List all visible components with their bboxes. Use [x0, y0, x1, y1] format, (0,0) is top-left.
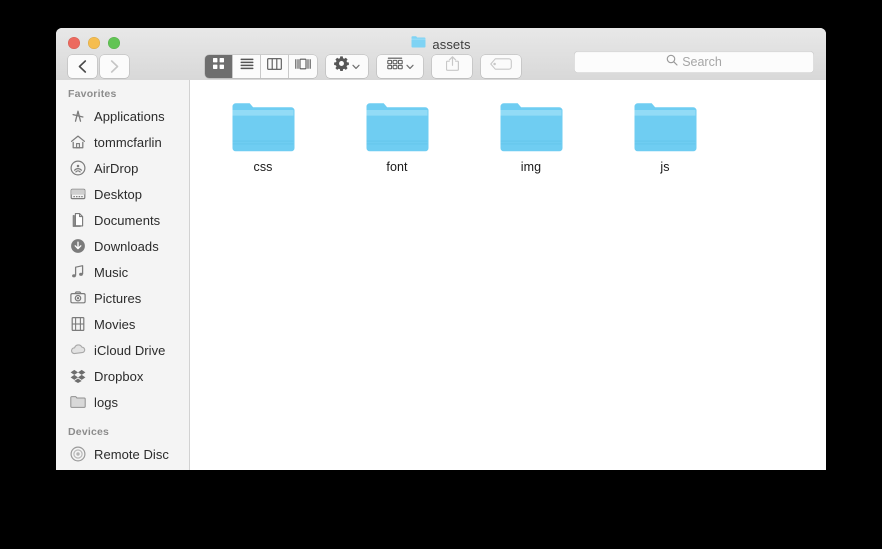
pictures-icon	[70, 290, 86, 306]
sidebar-item-label: logs	[94, 394, 119, 410]
sidebar-item-label: Movies	[94, 316, 136, 332]
sidebar-item-label: Music	[94, 264, 129, 280]
column-view-button[interactable]	[261, 54, 289, 78]
sidebar-item-label: Documents	[94, 212, 161, 228]
action-menu[interactable]	[326, 54, 368, 78]
movies-icon	[70, 316, 86, 332]
sidebar-item-dropbox[interactable]: Dropbox	[56, 363, 189, 389]
sidebar-item-label: AirDrop	[94, 160, 139, 176]
sidebar-item-airdrop[interactable]: AirDrop	[56, 155, 189, 181]
share-button[interactable]	[432, 54, 472, 78]
file-item-img[interactable]: img	[464, 94, 598, 190]
sidebar-item-label: Dropbox	[94, 368, 144, 384]
minimize-button[interactable]	[88, 37, 100, 49]
dropbox-icon	[70, 368, 86, 384]
desktop-icon	[70, 186, 86, 202]
sidebar-item-label: tommcfarlin	[94, 134, 162, 150]
icon-grid: css font img js	[190, 94, 826, 190]
sidebar-item-label: Desktop	[94, 186, 143, 202]
tag-icon	[490, 57, 512, 75]
disc-icon	[70, 446, 86, 462]
arrange-icon	[386, 57, 403, 75]
sidebar-item-label: iCloud Drive	[94, 342, 166, 358]
close-button[interactable]	[68, 37, 80, 49]
music-icon	[70, 264, 86, 280]
gear-icon	[334, 56, 349, 76]
share-icon	[445, 56, 459, 76]
sidebar-item-logs[interactable]: logs	[56, 389, 189, 415]
sidebar-item-label: Pictures	[94, 290, 142, 306]
sidebar-item-desktop[interactable]: Desktop	[56, 181, 189, 207]
gallery-icon	[295, 57, 311, 75]
search-input[interactable]: Search	[682, 55, 722, 69]
file-item-label: css	[253, 160, 273, 174]
columns-icon	[267, 57, 282, 75]
sidebar-item-movies[interactable]: Movies	[56, 311, 189, 337]
sidebar-item-label: Remote Disc	[94, 446, 169, 462]
file-item-label: js	[660, 160, 670, 174]
back-button[interactable]	[68, 54, 97, 78]
file-listing-area[interactable]: css font img js	[190, 80, 826, 470]
file-item-label: img	[520, 160, 542, 174]
documents-icon	[70, 212, 86, 228]
sidebar-item-icloud-drive[interactable]: iCloud Drive	[56, 337, 189, 363]
file-item-css[interactable]: css	[196, 94, 330, 190]
folder-icon	[633, 96, 697, 158]
airdrop-icon	[70, 160, 86, 176]
sidebar-section-header-favorites: Favorites	[68, 88, 117, 100]
sidebar-item-label: Downloads	[94, 238, 159, 254]
forward-button[interactable]	[100, 54, 129, 78]
chevron-down-icon	[352, 57, 360, 75]
toolbar: Search	[56, 51, 826, 81]
window-titlebar: assets Search	[56, 28, 826, 81]
sidebar-item-applications[interactable]: Applications	[56, 103, 189, 129]
sidebar-item-documents[interactable]: Documents	[56, 207, 189, 233]
folder-icon	[231, 96, 295, 158]
traffic-lights	[68, 37, 120, 49]
sidebar-item-label: Applications	[94, 108, 165, 124]
sidebar: Favorites Applications tommcfarlin AirDr…	[56, 80, 190, 470]
file-item-font[interactable]: font	[330, 94, 464, 190]
search-field[interactable]: Search	[574, 51, 814, 73]
sidebar-item-pictures[interactable]: Pictures	[56, 285, 189, 311]
folder-icon	[499, 96, 563, 158]
file-item-label: font	[386, 160, 408, 174]
view-mode-segmented-control	[205, 54, 317, 78]
sidebar-section-header-devices: Devices	[68, 426, 110, 438]
list-icon	[240, 57, 254, 75]
window-title: assets	[432, 36, 471, 52]
folder-icon	[365, 96, 429, 158]
applications-icon	[70, 108, 86, 124]
list-view-button[interactable]	[233, 54, 261, 78]
maximize-button[interactable]	[108, 37, 120, 49]
sidebar-item-remote-disc[interactable]: Remote Disc	[56, 441, 189, 467]
downloads-icon	[70, 238, 86, 254]
icon-view-button[interactable]	[205, 54, 233, 78]
chevron-down-icon	[405, 57, 414, 75]
search-icon	[666, 53, 678, 71]
grid-icon	[212, 57, 225, 75]
folder-icon	[70, 394, 86, 410]
window-body: Favorites Applications tommcfarlin AirDr…	[56, 80, 826, 470]
sidebar-item-music[interactable]: Music	[56, 259, 189, 285]
sidebar-item-tommcfarlin[interactable]: tommcfarlin	[56, 129, 189, 155]
sidebar-item-downloads[interactable]: Downloads	[56, 233, 189, 259]
navigation-buttons	[68, 54, 129, 78]
arrange-menu[interactable]	[377, 54, 423, 78]
gallery-view-button[interactable]	[289, 55, 317, 78]
icloud-icon	[70, 342, 86, 358]
file-item-js[interactable]: js	[598, 94, 732, 190]
tag-button[interactable]	[481, 54, 521, 78]
home-icon	[70, 134, 86, 150]
finder-window: assets Search Favorites Applications tom…	[56, 28, 826, 470]
